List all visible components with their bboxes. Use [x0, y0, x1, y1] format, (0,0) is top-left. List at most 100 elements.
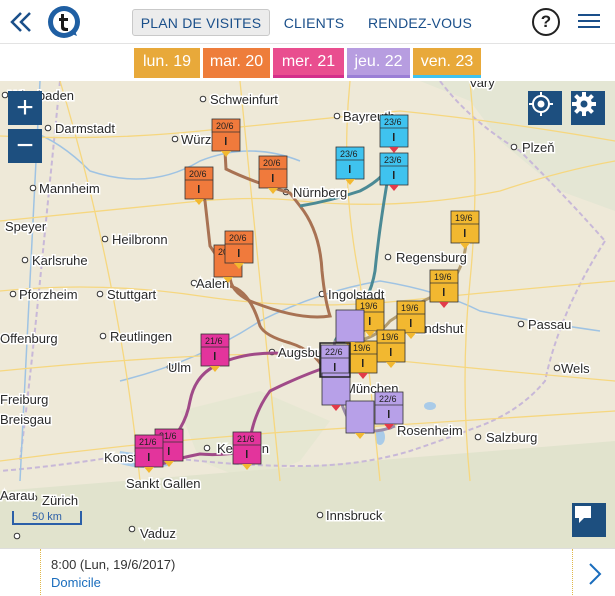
hamburger-menu-icon[interactable] [578, 14, 600, 32]
city-label-offenburg: Offenburg [0, 331, 58, 346]
svg-text:22/6: 22/6 [379, 394, 397, 404]
visit-pin[interactable]: 21/6 [232, 431, 262, 470]
zoom-out-button[interactable]: − [8, 129, 42, 163]
visit-pin[interactable]: 23/6 [379, 114, 409, 153]
visit-pin[interactable]: 22/6 [374, 391, 404, 430]
svg-text:21/6: 21/6 [139, 437, 157, 447]
svg-text:23/6: 23/6 [340, 149, 358, 159]
city-label-reutlingen: Reutlingen [110, 329, 172, 344]
svg-text:23/6: 23/6 [384, 117, 402, 127]
start-location-link[interactable]: Domicile [51, 575, 101, 590]
comment-icon[interactable] [572, 503, 606, 537]
visit-pin[interactable]: 19/6 [348, 340, 378, 379]
tab-plan-de-visites[interactable]: PLAN DE VISITES [132, 9, 270, 36]
city-label-heilbronn: Heilbronn [112, 232, 168, 247]
city-label-nurnberg: Nürnberg [293, 185, 347, 200]
svg-text:20/6: 20/6 [263, 158, 281, 168]
svg-text:19/6: 19/6 [360, 301, 378, 311]
svg-text:20/6: 20/6 [189, 169, 207, 179]
day-underline [203, 75, 270, 78]
city-label-rosenheim: Rosenheim [397, 423, 463, 438]
svg-text:20/6: 20/6 [216, 121, 234, 131]
visit-pin[interactable]: 20/6 [224, 230, 254, 269]
city-label-plzen: Plzeň [522, 140, 555, 155]
visit-pin[interactable]: 19/6 [376, 329, 406, 368]
visit-pin[interactable]: 20/6 [211, 118, 241, 157]
city-label-zurich: Zürich [42, 493, 78, 508]
visit-pin[interactable]: 20/6 [258, 155, 288, 194]
city-label-vary: Vary [469, 81, 495, 90]
svg-text:19/6: 19/6 [401, 303, 419, 313]
visit-pin[interactable]: 21/6 [134, 434, 164, 473]
settings-gear-icon[interactable] [571, 91, 605, 125]
start-time: 8:00 (Lun, 19/6/2017) [51, 557, 176, 572]
day-tab-monday[interactable]: lun. 19 [134, 48, 200, 78]
day-tab-label: mer. 21 [281, 53, 336, 70]
city-label-regensburg: Regensburg [396, 250, 467, 265]
day-tab-label: ven. 23 [420, 53, 474, 70]
day-tab-label: mar. 20 [209, 53, 264, 70]
city-label-aarau: Aarau [0, 488, 35, 503]
locate-icon[interactable] [528, 91, 562, 125]
svg-text:19/6: 19/6 [353, 343, 371, 353]
visit-pin[interactable]: 23/6 [379, 152, 409, 191]
city-label-pforzheim: Pforzheim [19, 287, 78, 302]
map-scale: 50 km [12, 511, 82, 525]
visit-pin[interactable]: 19/6 [429, 269, 459, 308]
day-underline [273, 75, 344, 78]
day-tab-tuesday[interactable]: mar. 20 [203, 48, 270, 78]
svg-text:19/6: 19/6 [381, 332, 399, 342]
city-label-salzburg: Salzburg [486, 430, 537, 445]
city-label-freiburg: Freiburg [0, 392, 48, 407]
city-label-ulm: Ulm [168, 360, 191, 375]
day-tab-thursday[interactable]: jeu. 22 [347, 48, 410, 78]
divider [572, 549, 573, 596]
svg-text:23/6: 23/6 [384, 155, 402, 165]
day-tab-wednesday[interactable]: mer. 21 [273, 48, 344, 78]
chevron-right-icon[interactable] [585, 561, 605, 587]
day-underline [347, 75, 410, 78]
tab-clients[interactable]: CLIENTS [278, 9, 350, 36]
day-underline [413, 75, 481, 78]
svg-text:19/6: 19/6 [434, 272, 452, 282]
city-label-sankt: Sankt Gallen [126, 476, 200, 491]
visit-pin[interactable]: 19/6 [450, 210, 480, 249]
divider [40, 549, 41, 596]
visit-pin[interactable]: 21/6 [200, 333, 230, 372]
map-canvas: Wiesbaden Schweinfurt Bayreuth Vary Darm… [0, 81, 615, 548]
city-label-karlsruhe: Karlsruhe [32, 253, 88, 268]
tab-rendez-vous[interactable]: RENDEZ-VOUS [362, 9, 478, 36]
city-label-schweinfurt: Schweinfurt [210, 92, 278, 107]
top-navigation-bar: PLAN DE VISITES CLIENTS RENDEZ-VOUS ? [0, 0, 615, 44]
svg-text:21/6: 21/6 [205, 336, 223, 346]
svg-text:21/6: 21/6 [237, 434, 255, 444]
city-label-stuttgart: Stuttgart [107, 287, 157, 302]
map-view[interactable]: Wiesbaden Schweinfurt Bayreuth Vary Darm… [0, 81, 615, 548]
day-tab-label: jeu. 22 [354, 53, 403, 70]
city-label-darmstadt: Darmstadt [55, 121, 115, 136]
svg-text:19/6: 19/6 [455, 213, 473, 223]
city-label-wels: Wels [561, 361, 590, 376]
route-detail-bar: 8:00 (Lun, 19/6/2017) Domicile [0, 548, 615, 596]
city-label-speyer: Speyer [5, 219, 47, 234]
day-selector: lun. 19 mar. 20 mer. 21 jeu. 22 ven. 23 [0, 44, 615, 80]
city-label-breisgau: Breisgau [0, 412, 51, 427]
day-tab-friday[interactable]: ven. 23 [413, 48, 481, 78]
zoom-in-button[interactable]: + [8, 91, 42, 125]
lake [424, 402, 436, 410]
back-icon[interactable] [8, 10, 34, 34]
visit-pin[interactable] [345, 400, 375, 439]
city-label-mannheim: Mannheim [39, 181, 100, 196]
visit-pin[interactable]: 20/6 [184, 166, 214, 205]
svg-text:22/6: 22/6 [325, 347, 343, 357]
app: PLAN DE VISITES CLIENTS RENDEZ-VOUS ? lu… [0, 0, 615, 596]
visit-pin[interactable]: 23/6 [335, 146, 365, 185]
help-icon[interactable]: ? [532, 8, 560, 36]
app-logo-icon [46, 4, 82, 40]
city-label-vaduz: Vaduz [140, 526, 176, 541]
svg-text:20/6: 20/6 [229, 233, 247, 243]
city-label-passau: Passau [528, 317, 571, 332]
city-label-innsbruck: Innsbruck [326, 508, 383, 523]
day-underline [134, 75, 200, 78]
day-tab-label: lun. 19 [142, 53, 192, 70]
